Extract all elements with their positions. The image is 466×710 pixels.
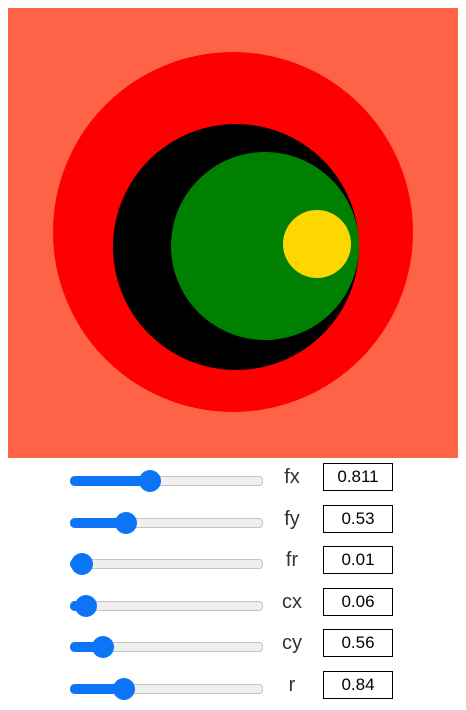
fr-slider[interactable] <box>70 553 263 575</box>
control-row-cx: cx 0.06 <box>0 583 466 625</box>
gradient-focal-spot <box>283 210 351 278</box>
control-row-r: r 0.84 <box>0 666 466 708</box>
r-slider[interactable] <box>70 677 263 700</box>
fr-label: fr <box>285 549 299 571</box>
control-row-fr: fr 0.01 <box>0 541 466 583</box>
fx-value-input[interactable]: 0.811 <box>323 463 393 491</box>
control-row-cy: cy 0.56 <box>0 624 466 666</box>
gradient-controls: fx 0.811 fy 0.53 fr 0.01 cx 0.06 cy 0.56… <box>0 458 466 707</box>
cx-value-input[interactable]: 0.06 <box>323 587 393 616</box>
slider-thumb[interactable] <box>115 511 138 534</box>
slider-thumb[interactable] <box>139 470 162 492</box>
fx-label: fx <box>284 466 300 488</box>
fy-slider[interactable] <box>70 511 263 534</box>
cy-slider[interactable] <box>70 636 263 658</box>
control-row-fy: fy 0.53 <box>0 500 466 542</box>
cy-label: cy <box>282 632 302 654</box>
cx-label: cx <box>282 590 302 613</box>
slider-thumb[interactable] <box>92 636 115 658</box>
slider-track <box>70 600 263 611</box>
slider-thumb[interactable] <box>75 594 98 617</box>
cx-slider[interactable] <box>70 594 263 617</box>
slider-thumb[interactable] <box>70 553 93 575</box>
cy-value-input[interactable]: 0.56 <box>323 629 393 657</box>
fx-slider[interactable] <box>70 470 263 492</box>
r-label: r <box>288 673 296 696</box>
fr-value-input[interactable]: 0.01 <box>323 546 393 574</box>
fy-value-input[interactable]: 0.53 <box>323 504 393 533</box>
fy-label: fy <box>284 507 300 530</box>
gradient-canvas <box>8 8 458 458</box>
slider-fill <box>70 476 151 486</box>
slider-track <box>70 559 263 569</box>
r-value-input[interactable]: 0.84 <box>323 670 393 699</box>
control-row-fx: fx 0.811 <box>0 458 466 500</box>
gradient-preview <box>8 8 458 458</box>
slider-thumb[interactable] <box>112 677 135 700</box>
